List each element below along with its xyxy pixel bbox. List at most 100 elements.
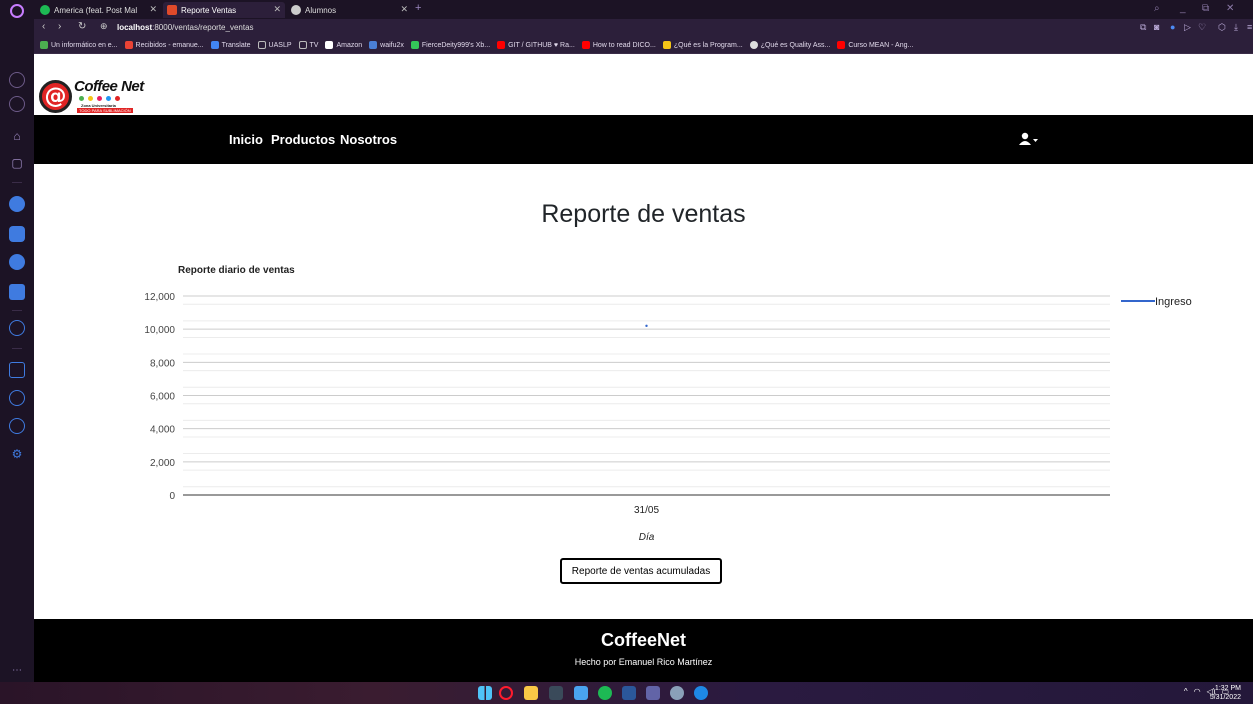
url-host: localhost — [117, 23, 153, 32]
logo-name: Coffee Net — [74, 78, 144, 95]
bookmark-item[interactable]: Curso MEAN - Ang... — [837, 41, 913, 49]
bookmark-item[interactable]: Amazon — [325, 41, 362, 49]
coffeenet-logo[interactable]: @ Coffee Net Zona Universitaria TODO PAR… — [39, 78, 145, 113]
bookmarks-bar: Un informático en e... Recibidos - emanu… — [34, 37, 1253, 54]
close-tab-icon[interactable]: ✕ — [149, 4, 157, 15]
clock-date: 5/31/2022 — [1209, 694, 1241, 701]
url-field[interactable]: localhost:8000/ventas/reporte_ventas — [117, 23, 254, 32]
footer-credit: Hecho por Emanuel Rico Martínez — [574, 657, 713, 667]
youtube-icon — [837, 41, 846, 49]
instagram-icon[interactable] — [9, 226, 25, 242]
at-sign-icon: @ — [39, 80, 72, 113]
opera-logo-icon[interactable] — [10, 4, 24, 18]
bookmark-item[interactable]: Translate — [210, 41, 251, 49]
restore-icon[interactable]: ⧉ — [1202, 3, 1209, 14]
teams-icon[interactable] — [646, 686, 660, 700]
close-tab-icon[interactable]: ✕ — [273, 4, 281, 15]
gmail-icon — [124, 41, 133, 49]
nav-inicio[interactable]: Inicio — [229, 132, 263, 147]
easy-setup-icon[interactable]: ≡ — [1247, 22, 1252, 32]
bookmark-item[interactable]: FierceDeity999's Xb... — [410, 41, 490, 49]
reload-icon[interactable]: ↻ — [78, 21, 86, 32]
bookmark-item[interactable]: GIT / GITHUB ♥ Ra... — [497, 41, 575, 49]
bookmark-item[interactable]: ¿Qué es Quality Ass... — [749, 41, 830, 49]
bookmark-item[interactable]: Recibidos - emanue... — [124, 41, 204, 49]
accumulated-report-button[interactable]: Reporte de ventas acumuladas — [560, 558, 722, 584]
nav-productos[interactable]: Productos — [271, 132, 335, 147]
chevron-up-icon[interactable]: ^ — [1184, 687, 1188, 696]
bookmark-favicon-icon — [662, 41, 671, 49]
opera-taskbar-icon[interactable] — [499, 686, 513, 700]
sales-chart: Reporte diario de ventas 0 2,000 4,000 6,000… — [144, 265, 1192, 543]
history-icon[interactable] — [9, 390, 25, 406]
extensions-toolbar-icon[interactable]: ⬡ — [1218, 22, 1226, 33]
settings-icon[interactable]: ⚙ — [9, 446, 25, 462]
bookmark-item[interactable]: waifu2x — [369, 41, 404, 49]
youtube-icon — [497, 41, 506, 49]
pinboard-icon[interactable] — [9, 362, 25, 378]
aria-icon[interactable] — [9, 72, 25, 88]
new-tab-button[interactable]: + — [415, 2, 421, 14]
play-store-icon — [410, 41, 419, 49]
user-menu-dropdown[interactable] — [1019, 132, 1039, 149]
search-tabs-icon[interactable]: ⌕ — [1154, 3, 1160, 14]
settings-taskbar-icon[interactable] — [670, 686, 684, 700]
snapshot-icon[interactable]: ⧉ — [1140, 22, 1146, 33]
windows-start-icon[interactable] — [478, 686, 492, 700]
minimize-icon[interactable]: _ — [1180, 3, 1186, 14]
bookmark-item[interactable]: How to read DICO... — [581, 41, 656, 49]
tab-alumnos[interactable]: Alumnos ✕ — [287, 2, 412, 18]
player-toolbar-icon[interactable]: ▷ — [1184, 22, 1191, 33]
logo-dots — [79, 96, 120, 101]
player-icon[interactable] — [9, 320, 25, 336]
favorites-icon[interactable]: ♡ — [1198, 22, 1206, 33]
close-tab-icon[interactable]: ✕ — [400, 4, 408, 15]
chart-title: Reporte diario de ventas — [178, 265, 295, 276]
clock[interactable]: 1:32 PM 5/31/2022 — [1210, 684, 1241, 702]
close-window-icon[interactable]: ✕ — [1226, 3, 1234, 14]
site-info-icon[interactable]: ⊕ — [100, 21, 108, 32]
extensions-icon[interactable] — [9, 418, 25, 434]
tab-title: Reporte Ventas — [181, 5, 237, 15]
tab-reporte-ventas[interactable]: Reporte Ventas ✕ — [163, 2, 285, 18]
bookmark-favicon-icon — [749, 41, 758, 49]
bookmark-item[interactable]: UASLP — [257, 41, 292, 49]
camera-icon[interactable]: ◙ — [1154, 22, 1159, 32]
translate-icon — [210, 41, 219, 49]
speed-dial-icon[interactable] — [9, 96, 25, 112]
site-header: @ Coffee Net Zona Universitaria TODO PAR… — [34, 54, 1253, 115]
wifi-icon[interactable]: ◠ — [1194, 687, 1201, 696]
folder-icon — [298, 41, 307, 49]
tab-bar: America (feat. Post Mal ✕ Reporte Ventas… — [34, 0, 1253, 19]
bookmark-item[interactable]: Un informático en e... — [40, 41, 118, 49]
vpn-icon[interactable]: ● — [1170, 22, 1175, 32]
download-icon[interactable]: ⤓ — [1234, 22, 1238, 33]
back-icon[interactable]: ‹ — [42, 21, 45, 32]
spotify-taskbar-icon[interactable] — [598, 686, 612, 700]
word-icon[interactable] — [622, 686, 636, 700]
tab-music[interactable]: America (feat. Post Mal ✕ — [36, 2, 161, 18]
file-explorer-icon[interactable] — [524, 686, 538, 700]
whatsapp-icon[interactable] — [9, 196, 25, 212]
bookmark-item[interactable]: ¿Qué es la Program... — [662, 41, 743, 49]
legend-label: Ingreso — [1155, 296, 1192, 308]
y-tick-label: 12,000 — [144, 292, 175, 303]
site-footer: CoffeeNet Hecho por Emanuel Rico Martíne… — [34, 619, 1253, 682]
twitter-icon[interactable] — [9, 284, 25, 300]
spotify-icon — [40, 5, 50, 15]
browser-taskbar-icon[interactable] — [694, 686, 708, 700]
shopping-icon[interactable]: ⌂ — [9, 128, 25, 144]
more-options-icon[interactable]: ⋯ — [9, 662, 25, 678]
store-icon[interactable] — [574, 686, 588, 700]
forward-icon[interactable]: › — [58, 21, 61, 32]
data-point — [645, 324, 648, 328]
x-tick-label: 31/05 — [634, 505, 659, 516]
bookmark-item[interactable]: TV — [298, 41, 318, 49]
telegram-icon[interactable] — [9, 254, 25, 270]
footer-brand: CoffeeNet — [600, 630, 686, 650]
globe-icon — [291, 5, 301, 15]
chevron-down-icon — [1033, 139, 1038, 142]
messenger-icon[interactable]: ▢ — [9, 155, 25, 171]
terminal-icon[interactable] — [549, 686, 563, 700]
nav-nosotros[interactable]: Nosotros — [340, 132, 397, 147]
